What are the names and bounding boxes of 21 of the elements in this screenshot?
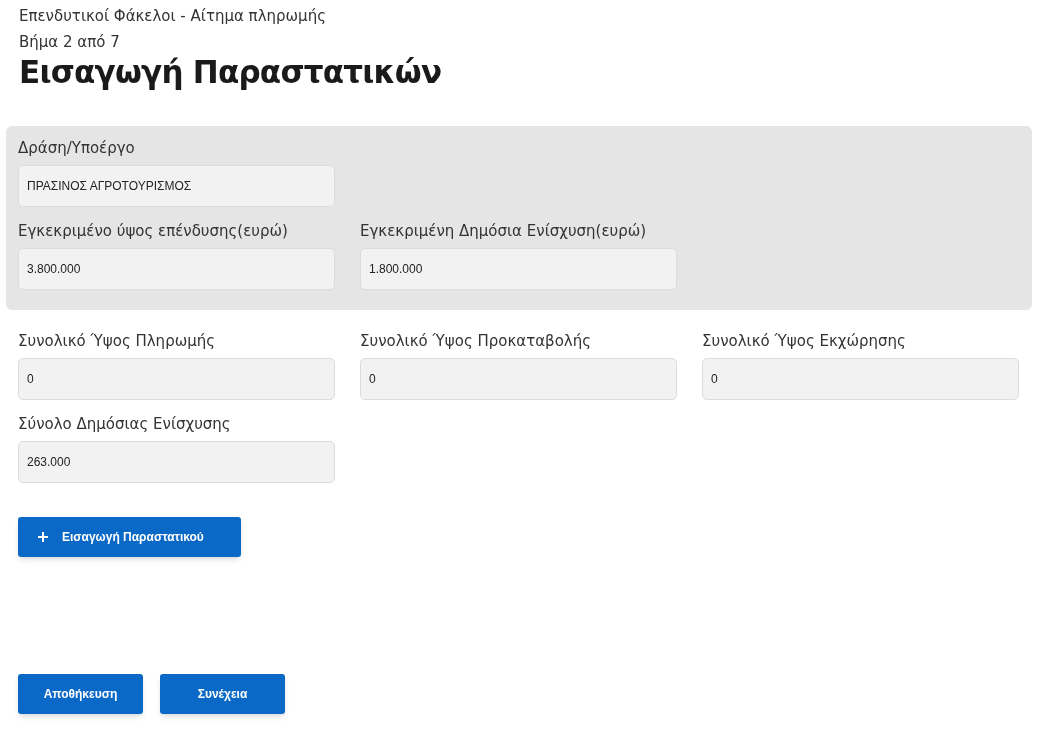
read-only-field[interactable]: 0: [18, 358, 335, 400]
save-button[interactable]: Αποθήκευση: [18, 674, 143, 714]
field-label: Συνολικό Ύψος Προκαταβολής: [360, 331, 593, 351]
read-only-field[interactable]: 0: [360, 358, 677, 400]
field-label: Εγκεκριμένη Δημόσια Ενίσχυση(ευρώ): [360, 221, 648, 241]
step-indicator: Βήμα 2 από 7: [19, 32, 121, 53]
read-only-field[interactable]: 263.000: [18, 441, 335, 483]
field-label: Σύνολο Δημόσιας Ενίσχυσης: [18, 414, 232, 434]
add-document-button[interactable]: Εισαγωγή Παραστατικού: [18, 517, 241, 557]
read-only-field[interactable]: 1.800.000: [360, 248, 677, 290]
read-only-field[interactable]: 0: [702, 358, 1019, 400]
read-only-field[interactable]: 3.800.000: [18, 248, 335, 290]
breadcrumb: Επενδυτικοί Φάκελοι - Αίτημα πληρωμής: [19, 6, 327, 27]
read-only-field[interactable]: ΠΡΑΣΙΝΟΣ ΑΓΡΟΤΟΥΡΙΣΜΟΣ: [18, 165, 335, 207]
field-label: Συνολικό Ύψος Πληρωμής: [18, 331, 217, 351]
field-label: Δράση/Υποέργο: [18, 138, 136, 158]
field-label: Εγκεκριμένο ύψος επένδυσης(ευρώ): [18, 221, 289, 241]
continue-button[interactable]: Συνέχεια: [160, 674, 285, 714]
plus-icon: [38, 532, 48, 542]
page-title: Εισαγωγή Παραστατικών: [19, 53, 443, 91]
field-label: Συνολικό Ύψος Εκχώρησης: [702, 331, 907, 351]
